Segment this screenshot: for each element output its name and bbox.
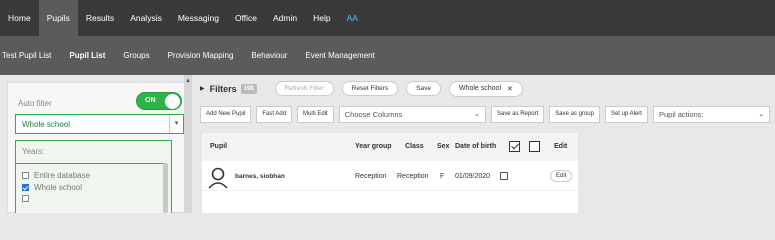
- header-year-group[interactable]: Year group: [355, 143, 392, 150]
- toggle-state-label: ON: [145, 97, 156, 104]
- years-label: Years:: [22, 147, 45, 156]
- save-as-group-button[interactable]: Save as group: [549, 105, 600, 123]
- cell-date-of-birth: 01/09/2020: [455, 173, 491, 180]
- option-partial[interactable]: [22, 195, 34, 202]
- header-date-of-birth[interactable]: Date of birth: [455, 143, 496, 150]
- pupil-name[interactable]: barnes, siobhan: [235, 173, 285, 180]
- filters-bar: ▶ Filters 198 Refresh Filter Reset Filte…: [192, 75, 775, 102]
- nav-office[interactable]: Office: [227, 0, 265, 36]
- cell-sex: F: [440, 173, 445, 180]
- panel-collapse-bar[interactable]: ▲: [184, 75, 192, 213]
- pupil-toolbar: Add New Pupil Fast Add Multi Edit Choose…: [200, 105, 775, 123]
- nav-analysis[interactable]: Analysis: [122, 0, 170, 36]
- user-avatar-icon: [208, 167, 228, 189]
- chevron-down-icon: ⌄: [474, 110, 480, 118]
- nav-help[interactable]: Help: [305, 0, 338, 36]
- years-filter-box: Years: Entire database Whole school: [15, 140, 172, 213]
- table-header: Pupil Year group Class Sex Date of birth…: [202, 133, 578, 161]
- set-up-alert-button[interactable]: Set up Alert: [604, 105, 648, 123]
- pupil-actions-label: Pupil actions:: [658, 109, 704, 119]
- nav-user-initials[interactable]: AA: [339, 0, 366, 36]
- add-new-pupil-button[interactable]: Add New Pupil: [200, 105, 252, 123]
- subnav-provision-mapping[interactable]: Provision Mapping: [159, 51, 243, 60]
- row-checkbox[interactable]: [500, 172, 508, 180]
- chevron-down-icon: ⌄: [758, 110, 764, 118]
- reset-filters-button[interactable]: Reset Filters: [341, 81, 399, 96]
- checkbox-partial[interactable]: [22, 195, 29, 202]
- subnav-behaviour[interactable]: Behaviour: [242, 51, 296, 60]
- subnav-groups[interactable]: Groups: [114, 51, 158, 60]
- cell-class: Reception: [397, 173, 429, 180]
- subnav-pupil-list[interactable]: Pupil List: [60, 51, 114, 60]
- close-icon[interactable]: ✕: [507, 85, 513, 93]
- header-sex[interactable]: Sex: [437, 143, 449, 150]
- nav-pupils[interactable]: Pupils: [38, 0, 78, 36]
- pupil-table: Pupil Year group Class Sex Date of birth…: [202, 133, 578, 213]
- option-entire-database[interactable]: Entire database: [22, 171, 90, 180]
- nav-messaging[interactable]: Messaging: [170, 0, 227, 36]
- toggle-knob: [165, 94, 180, 109]
- refresh-filter-button[interactable]: Refresh Filter: [274, 81, 334, 96]
- multi-edit-button[interactable]: Multi Edit: [297, 105, 334, 123]
- active-filter-label: Whole school: [458, 85, 502, 92]
- checkbox-entire-database[interactable]: [22, 172, 29, 179]
- chevron-up-icon[interactable]: ▲: [185, 78, 191, 84]
- subnav-event-management[interactable]: Event Management: [296, 51, 383, 60]
- active-filter-tag[interactable]: Whole school ✕: [448, 80, 523, 97]
- select-all-checkbox[interactable]: [509, 141, 520, 152]
- header-class[interactable]: Class: [405, 143, 424, 150]
- header-edit: Edit: [554, 143, 568, 150]
- sub-nav: Test Pupil List Pupil List Groups Provis…: [0, 36, 775, 75]
- expand-triangle-icon[interactable]: ▶: [200, 85, 205, 92]
- edit-button[interactable]: Edit: [550, 170, 573, 182]
- subnav-test-pupil-list[interactable]: Test Pupil List: [0, 51, 60, 60]
- choose-columns-label: Choose Columns: [344, 109, 403, 119]
- nav-admin[interactable]: Admin: [265, 0, 305, 36]
- option-label: Entire database: [34, 171, 91, 180]
- filters-title: Filters: [209, 83, 237, 94]
- choose-columns-select[interactable]: Choose Columns ⌄: [338, 105, 486, 123]
- auto-filter-label: Auto filter: [18, 99, 52, 108]
- filters-heading[interactable]: ▶ Filters 198: [200, 83, 257, 94]
- pupil-actions-select[interactable]: Pupil actions: ⌄: [652, 105, 770, 123]
- fast-add-button[interactable]: Fast Add: [256, 105, 293, 123]
- years-scrollbar[interactable]: [163, 163, 168, 213]
- header-pupil[interactable]: Pupil: [210, 143, 227, 150]
- nav-results[interactable]: Results: [78, 0, 122, 36]
- divider: [16, 163, 164, 164]
- nav-home[interactable]: Home: [0, 0, 39, 36]
- save-filter-button[interactable]: Save: [406, 81, 441, 96]
- option-whole-school[interactable]: Whole school: [22, 183, 82, 192]
- deselect-all-checkbox[interactable]: [529, 141, 540, 152]
- option-label: Whole school: [34, 183, 83, 192]
- cell-year-group: Reception: [355, 173, 387, 180]
- chevron-down-icon[interactable]: ▾: [169, 115, 183, 133]
- checkbox-whole-school[interactable]: [22, 184, 29, 191]
- main-content: ▶ Filters 198 Refresh Filter Reset Filte…: [192, 75, 775, 213]
- scope-select-value: Whole school: [22, 120, 71, 129]
- auto-filter-toggle[interactable]: ON: [136, 92, 182, 110]
- scope-select[interactable]: Whole school ▾: [15, 114, 184, 134]
- filters-count-badge: 198: [240, 83, 257, 94]
- save-as-report-button[interactable]: Save as Report: [490, 105, 545, 123]
- top-nav: Home Pupils Results Analysis Messaging O…: [0, 0, 775, 36]
- table-row[interactable]: barnes, siobhan Reception Reception F 01…: [202, 161, 578, 191]
